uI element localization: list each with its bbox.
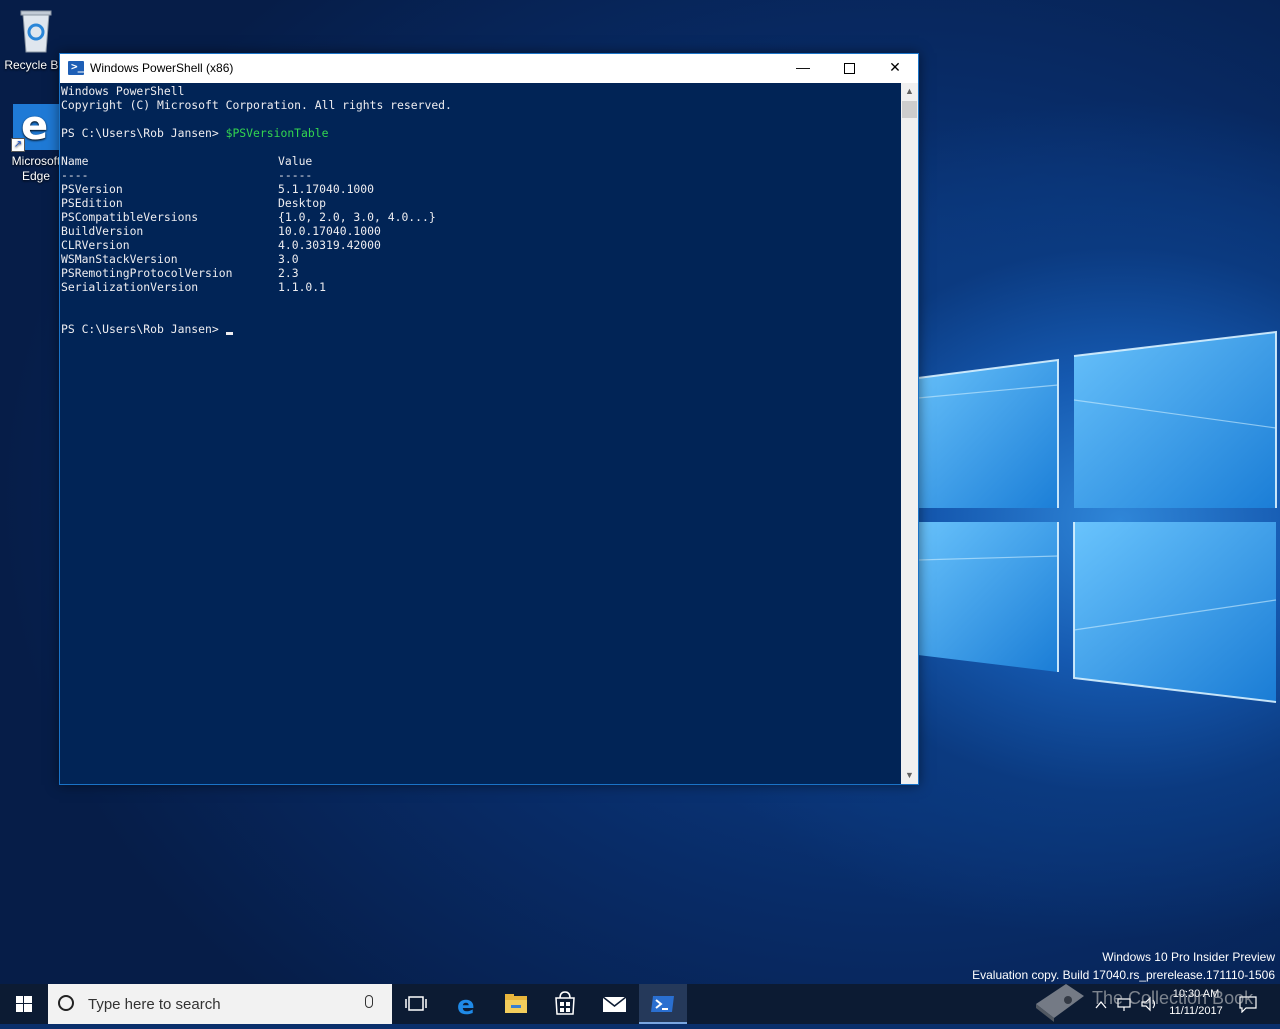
row-name: CLRVersion [61, 238, 130, 252]
edge-icon: e [457, 991, 475, 1021]
taskbar-edge-button[interactable]: e [443, 984, 491, 1024]
book-logo-icon [1036, 984, 1084, 1022]
row-name: SerializationVersion [61, 280, 199, 294]
powershell-icon [651, 996, 674, 1012]
command-text: $PSVersionTable [225, 126, 329, 140]
row-value: Desktop [278, 196, 327, 210]
recycle-bin-icon [18, 8, 54, 54]
taskbar-search-box[interactable]: Type here to search [48, 984, 392, 1024]
task-view-icon [405, 996, 427, 1011]
row-name: PSVersion [61, 182, 123, 196]
search-placeholder: Type here to search [88, 996, 221, 1013]
scrollbar-thumb[interactable] [902, 101, 917, 118]
console-output[interactable]: Windows PowerShell Copyright (C) Microso… [60, 83, 901, 784]
row-name: BuildVersion [61, 224, 144, 238]
row-name: PSEdition [61, 196, 123, 210]
row-value: 1.1.0.1 [278, 280, 327, 294]
close-button[interactable]: ✕ [872, 54, 918, 83]
powershell-window[interactable]: >_ Windows PowerShell (x86) — ✕ Windows … [59, 53, 919, 785]
row-name: PSRemotingProtocolVersion [61, 266, 233, 280]
edge-icon: e ↗ [11, 104, 59, 152]
table-row: CLRVersion 4.0.30319.42000 [61, 238, 381, 252]
table-row: SerializationVersion 1.1.0.1 [61, 280, 326, 294]
cortana-circle-icon [58, 995, 74, 1011]
powershell-icon[interactable]: >_ [68, 60, 84, 75]
header-name: Name [61, 154, 89, 168]
table-header-row: Name Value [61, 154, 312, 168]
row-value: {1.0, 2.0, 3.0, 4.0...} [278, 210, 436, 224]
row-value: 10.0.17040.1000 [278, 224, 381, 238]
table-row: PSEdition Desktop [61, 196, 326, 210]
table-underline-row: ---- ----- [61, 168, 312, 182]
collection-book-watermark: The Collection Book [1030, 974, 1280, 1024]
start-button[interactable] [0, 984, 48, 1024]
windows-logo-icon [16, 996, 32, 1012]
header-value: Value [278, 154, 313, 168]
final-prompt: PS C:\Users\Rob Jansen> [61, 322, 219, 336]
minimize-button[interactable]: — [780, 54, 826, 83]
prompt: PS C:\Users\Rob Jansen> [61, 126, 219, 140]
console-header-line: Windows PowerShell [61, 84, 185, 98]
svg-text:e: e [457, 991, 475, 1021]
taskbar-store-button[interactable] [541, 984, 589, 1024]
table-row: PSCompatibleVersions {1.0, 2.0, 3.0, 4.0.… [61, 210, 436, 224]
row-value: 3.0 [278, 252, 299, 266]
shortcut-arrow-icon: ↗ [11, 138, 25, 152]
scroll-down-arrow-icon[interactable]: ▼ [901, 767, 918, 784]
taskbar-powershell-button[interactable] [639, 984, 687, 1024]
table-row: PSRemotingProtocolVersion 2.3 [61, 266, 299, 280]
vertical-scrollbar[interactable]: ▲ ▼ [901, 83, 918, 784]
window-title: Windows PowerShell (x86) [90, 61, 234, 75]
underline-name: ---- [61, 168, 89, 182]
title-bar[interactable]: >_ Windows PowerShell (x86) — ✕ [60, 54, 918, 83]
row-name: PSCompatibleVersions [61, 210, 199, 224]
console-copyright-line: Copyright (C) Microsoft Corporation. All… [61, 98, 452, 112]
command-line: PS C:\Users\Rob Jansen> $PSVersionTable [61, 126, 328, 140]
table-row: WSManStackVersion 3.0 [61, 252, 299, 266]
text-cursor [225, 332, 233, 335]
mail-icon [602, 996, 627, 1012]
row-value: 5.1.17040.1000 [278, 182, 375, 196]
file-explorer-icon [505, 994, 527, 1013]
underline-value: ----- [278, 168, 313, 182]
task-view-button[interactable] [392, 984, 440, 1024]
collection-book-text: The Collection Book [1092, 988, 1254, 1008]
taskbar-file-explorer-button[interactable] [492, 984, 540, 1024]
final-prompt-line[interactable]: PS C:\Users\Rob Jansen> [61, 322, 233, 336]
row-value: 2.3 [278, 266, 299, 280]
store-icon [555, 991, 575, 1015]
microphone-icon[interactable] [365, 995, 373, 1008]
table-row: BuildVersion 10.0.17040.1000 [61, 224, 381, 238]
maximize-button[interactable] [826, 54, 872, 83]
build-watermark-title: Windows 10 Pro Insider Preview [1102, 950, 1275, 964]
maximize-icon [843, 62, 855, 74]
table-row: PSVersion 5.1.17040.1000 [61, 182, 374, 196]
row-value: 4.0.30319.42000 [278, 238, 381, 252]
taskbar-mail-button[interactable] [590, 984, 638, 1024]
scroll-up-arrow-icon[interactable]: ▲ [901, 83, 918, 100]
row-name: WSManStackVersion [61, 252, 178, 266]
